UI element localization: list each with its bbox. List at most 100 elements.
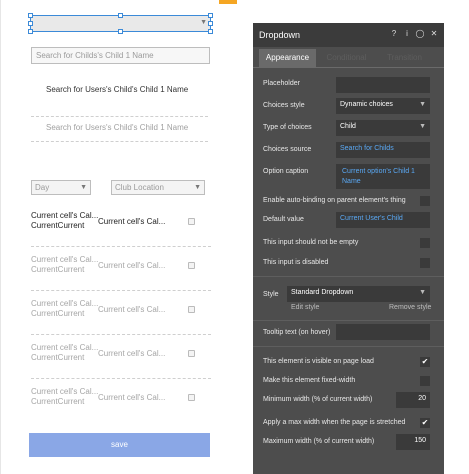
row-checkbox[interactable] — [188, 350, 195, 357]
tooltip-label: Tooltip text (on hover) — [263, 329, 331, 336]
close-icon[interactable]: ✕ — [429, 29, 439, 39]
comment-icon[interactable]: ◯ — [415, 29, 425, 39]
row-checkbox[interactable] — [188, 306, 195, 313]
resize-handle-top-right[interactable] — [208, 13, 213, 18]
cell-text: CurrentCurrent — [31, 309, 85, 318]
resize-handle-top-left[interactable] — [28, 13, 33, 18]
club-location-value: Club Location — [115, 183, 164, 192]
min-width-input[interactable]: 20 — [396, 392, 430, 408]
autobind-checkbox[interactable] — [420, 196, 430, 206]
min-width-label: Minimum width (% of current width) — [263, 396, 373, 403]
club-location-dropdown[interactable]: Club Location ▼ — [111, 180, 205, 195]
fixed-width-checkbox[interactable] — [420, 376, 430, 386]
tab-transition[interactable]: Transition — [377, 49, 432, 67]
section-divider — [253, 320, 444, 321]
max-width-label: Maximum width (% of current width) — [263, 438, 375, 445]
option-caption-label: Option caption — [263, 168, 309, 175]
cell-text: Current cell's Cal... — [31, 211, 99, 220]
divider — [31, 246, 211, 247]
edit-style-link[interactable]: Edit style — [291, 304, 319, 311]
choices-style-select[interactable]: Dynamic choices ▼ — [336, 98, 430, 114]
day-dropdown[interactable]: Day ▼ — [31, 180, 91, 195]
property-editor: Dropdown ? i ◯ ✕ Appearance Conditional … — [253, 23, 444, 474]
cell-text: CurrentCurrent — [31, 265, 85, 274]
placeholder-field[interactable] — [336, 77, 430, 93]
cell-text: Current cell's Cal... — [31, 299, 99, 308]
not-empty-label: This input should not be empty — [263, 239, 359, 246]
info-icon[interactable]: i — [402, 29, 412, 39]
tab-underline — [253, 67, 444, 68]
resize-handle-left[interactable] — [28, 21, 33, 26]
cell-text: Current cell's Cal... — [98, 217, 166, 226]
resize-handle-top[interactable] — [118, 13, 123, 18]
choices-source-label: Choices source — [263, 146, 312, 153]
visible-on-load-label: This element is visible on page load — [263, 358, 374, 365]
dropdown-arrow-icon: ▼ — [200, 19, 207, 26]
list-item[interactable]: Current cell's Cal... CurrentCurrent Cur… — [31, 211, 211, 245]
max-width-apply-label: Apply a max width when the page is stret… — [263, 419, 406, 426]
divider — [31, 290, 211, 291]
divider — [31, 116, 208, 117]
canvas-edge — [0, 0, 1, 474]
type-of-choices-label: Type of choices — [263, 124, 312, 131]
row-checkbox[interactable] — [188, 262, 195, 269]
option-caption-field[interactable]: Current option's Child 1 Name — [336, 164, 430, 189]
visible-on-load-checkbox[interactable]: ✔ — [420, 357, 430, 367]
not-empty-checkbox[interactable] — [420, 238, 430, 248]
type-of-choices-value: Child — [340, 123, 356, 130]
cell-text: Current cell's Cal... — [98, 305, 166, 314]
cell-text: Current cell's Cal... — [31, 387, 99, 396]
disabled-checkbox[interactable] — [420, 258, 430, 268]
list-item[interactable]: Current cell's Cal... CurrentCurrent Cur… — [31, 299, 211, 333]
cell-text: Current cell's Cal... — [98, 393, 166, 402]
cell-text: Current cell's Cal... — [31, 255, 99, 264]
chevron-down-icon: ▼ — [419, 101, 426, 108]
choices-style-value: Dynamic choices — [340, 101, 393, 108]
chevron-down-icon: ▼ — [419, 289, 426, 296]
autobind-label: Enable auto-binding on parent element's … — [263, 197, 406, 204]
panel-header: Dropdown ? i ◯ ✕ — [253, 23, 444, 47]
placeholder-label: Placeholder — [263, 80, 300, 87]
save-button[interactable]: save — [29, 433, 210, 457]
search-text-users-child: Search for Users's Child's Child 1 Name — [46, 85, 189, 94]
section-divider — [253, 276, 444, 277]
cell-text: Current cell's Cal... — [98, 349, 166, 358]
disabled-label: This input is disabled — [263, 259, 329, 266]
max-width-input[interactable]: 150 — [396, 434, 430, 450]
dropdown-arrow-icon: ▼ — [194, 184, 201, 191]
tab-conditional[interactable]: Conditional — [319, 49, 374, 67]
row-checkbox[interactable] — [188, 218, 195, 225]
search-input-users-child[interactable]: Search for Users's Child's Child 1 Name — [46, 123, 188, 132]
help-icon[interactable]: ? — [389, 29, 399, 39]
max-width-apply-checkbox[interactable]: ✔ — [420, 418, 430, 428]
divider — [31, 141, 208, 142]
choices-style-label: Choices style — [263, 102, 305, 109]
chevron-down-icon: ▼ — [419, 123, 426, 130]
type-of-choices-select[interactable]: Child ▼ — [336, 120, 430, 136]
cell-text: CurrentCurrent — [31, 397, 85, 406]
search-placeholder: Search for Childs's Child 1 Name — [36, 51, 154, 60]
row-checkbox[interactable] — [188, 394, 195, 401]
search-input-childs[interactable]: Search for Childs's Child 1 Name — [31, 47, 210, 64]
panel-title: Dropdown — [259, 30, 301, 40]
day-dropdown-value: Day — [35, 183, 50, 192]
resize-handle-bottom-right[interactable] — [208, 29, 213, 34]
option-caption-line2: Name — [342, 178, 361, 185]
tab-appearance[interactable]: Appearance — [259, 49, 316, 67]
style-select[interactable]: Standard Dropdown ▼ — [287, 286, 430, 302]
list-item[interactable]: Current cell's Cal... CurrentCurrent Cur… — [31, 343, 211, 377]
fixed-width-label: Make this element fixed-width — [263, 377, 356, 384]
tooltip-field[interactable] — [336, 324, 430, 340]
resize-handle-bottom-left[interactable] — [28, 29, 33, 34]
remove-style-link[interactable]: Remove style — [389, 304, 431, 311]
resize-handle-bottom[interactable] — [118, 29, 123, 34]
list-item[interactable]: Current cell's Cal... CurrentCurrent Cur… — [31, 387, 211, 421]
cell-text: Current cell's Cal... — [98, 261, 166, 270]
cell-text: Current cell's Cal... — [31, 343, 99, 352]
cell-text: CurrentCurrent — [31, 353, 85, 362]
style-label: Style — [263, 291, 279, 298]
resize-handle-right[interactable] — [208, 21, 213, 26]
choices-source-field[interactable]: Search for Childs — [336, 142, 430, 158]
default-value-field[interactable]: Current User's Child — [336, 212, 430, 228]
list-item[interactable]: Current cell's Cal... CurrentCurrent Cur… — [31, 255, 211, 289]
